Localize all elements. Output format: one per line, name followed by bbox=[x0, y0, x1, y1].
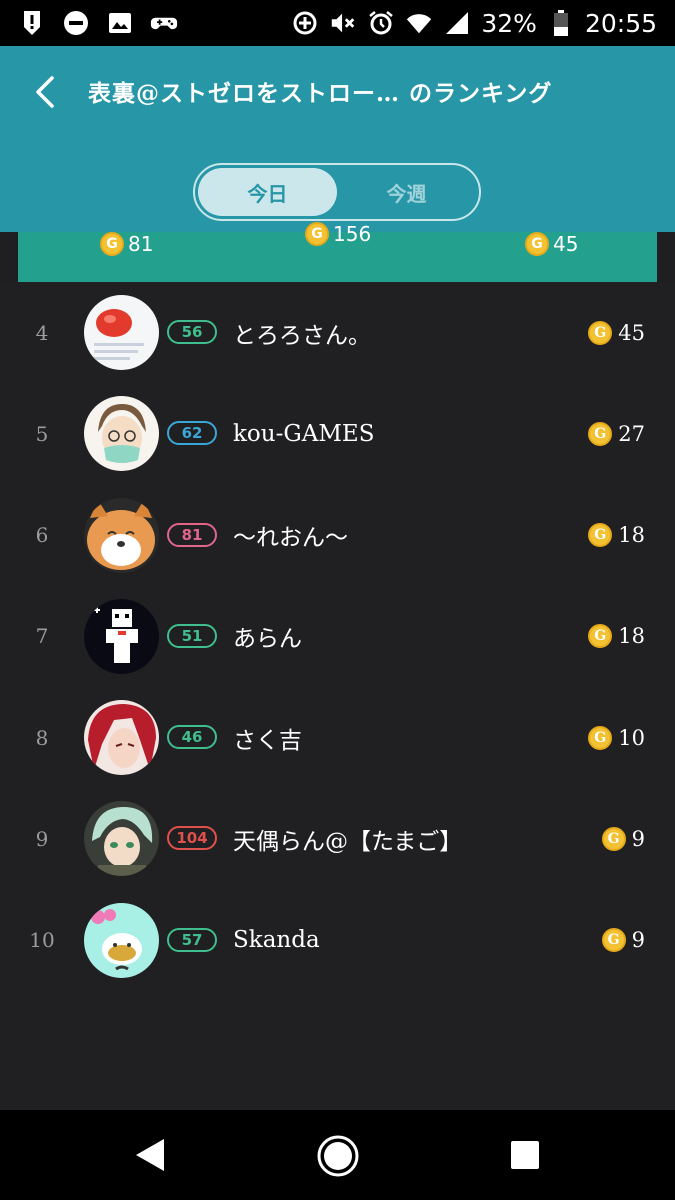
rank-number: 6 bbox=[35, 523, 49, 548]
avatar[interactable] bbox=[84, 700, 159, 776]
podium-score: 81 bbox=[128, 232, 154, 256]
coin-score: G 18 bbox=[588, 586, 645, 687]
score-value: 9 bbox=[631, 928, 645, 953]
podium-score: 45 bbox=[553, 232, 579, 256]
ranking-row[interactable]: 5 62 kou-GAMES G 27 bbox=[0, 383, 675, 484]
status-bar: 32% 20:55 bbox=[0, 0, 675, 46]
avatar[interactable] bbox=[84, 497, 159, 573]
coin-icon: G bbox=[305, 222, 329, 246]
coin-icon: G bbox=[588, 320, 613, 345]
ranking-row[interactable]: 7 51 あらん G 18 bbox=[0, 586, 675, 687]
ranking-list: 4 56 とろろさん。 G 45 5 62 kou-GAMES G 27 6 8… bbox=[0, 282, 675, 991]
coin-icon: G bbox=[525, 232, 549, 256]
coin-icon: G bbox=[601, 826, 626, 851]
system-nav-bar bbox=[0, 1110, 675, 1200]
podium-score: 156 bbox=[333, 222, 372, 246]
coin-score: G 9 bbox=[601, 788, 645, 889]
battery-percent: 32% bbox=[481, 8, 537, 38]
score-value: 9 bbox=[631, 826, 645, 851]
level-badge: 56 bbox=[167, 320, 217, 344]
user-name: とろろさん。 bbox=[233, 322, 371, 349]
circle-home-icon bbox=[317, 1135, 359, 1177]
user-name: あらん bbox=[233, 626, 302, 653]
nav-home-button[interactable] bbox=[316, 1134, 360, 1182]
user-name: さく吉 bbox=[233, 727, 302, 754]
coin-score: G 9 bbox=[601, 890, 645, 991]
back-button[interactable] bbox=[26, 72, 66, 112]
score-value: 10 bbox=[618, 725, 645, 750]
top3-podium: G 81 G 156 G 45 bbox=[0, 222, 675, 282]
level-badge: 51 bbox=[167, 623, 217, 648]
user-name: Skanda bbox=[233, 927, 320, 954]
coin-score: G 10 bbox=[588, 687, 645, 788]
avatar[interactable] bbox=[84, 598, 159, 674]
app-header: 表裏@ストゼロをストロー… のランキング 今日 今週 bbox=[0, 46, 675, 232]
rank-number: 4 bbox=[35, 320, 49, 345]
rank-number: 10 bbox=[29, 928, 55, 953]
image-icon bbox=[106, 9, 134, 37]
clock: 20:55 bbox=[584, 8, 657, 38]
tab-today[interactable]: 今日 bbox=[198, 168, 337, 216]
coin-icon: G bbox=[588, 523, 613, 548]
rank-number: 8 bbox=[35, 725, 49, 750]
rank-number: 9 bbox=[35, 826, 49, 851]
coin-icon: G bbox=[588, 624, 613, 649]
coin-score: G 45 bbox=[588, 282, 645, 383]
gamepad-icon bbox=[150, 9, 178, 37]
user-name: 〜れおん〜 bbox=[233, 525, 348, 552]
score-value: 18 bbox=[618, 624, 645, 649]
square-recents-icon bbox=[511, 1141, 539, 1169]
user-name: 天偶らん@【たまご】 bbox=[233, 828, 463, 855]
signal-icon bbox=[443, 9, 471, 37]
level-badge: 46 bbox=[167, 725, 217, 750]
ranking-row[interactable]: 6 81 〜れおん〜 G 18 bbox=[0, 485, 675, 586]
avatar[interactable] bbox=[84, 396, 159, 472]
coin-icon: G bbox=[588, 421, 613, 446]
mute-icon bbox=[329, 9, 357, 37]
level-badge: 57 bbox=[167, 927, 217, 952]
score-value: 45 bbox=[618, 320, 645, 345]
user-name: kou-GAMES bbox=[233, 420, 375, 447]
coin-score: G 27 bbox=[588, 383, 645, 484]
podium-second-score: G 81 bbox=[100, 232, 153, 256]
avatar[interactable] bbox=[84, 295, 159, 370]
battery-icon bbox=[547, 9, 575, 37]
podium-first-score: G 156 bbox=[305, 222, 371, 246]
do-not-disturb-icon bbox=[62, 9, 90, 37]
back-arrow-icon bbox=[36, 76, 54, 108]
period-tab-switch: 今日 今週 bbox=[193, 163, 481, 221]
score-value: 18 bbox=[618, 523, 645, 548]
level-badge: 62 bbox=[167, 421, 217, 446]
rank-number: 7 bbox=[35, 624, 49, 649]
ranking-row[interactable]: 9 104 天偶らん@【たまご】 G 9 bbox=[0, 788, 675, 889]
score-value: 27 bbox=[618, 421, 645, 446]
tab-this-week[interactable]: 今週 bbox=[337, 168, 476, 216]
avatar[interactable] bbox=[84, 902, 159, 978]
page-title: 表裏@ストゼロをストロー… のランキング bbox=[88, 80, 553, 107]
triangle-back-icon bbox=[136, 1139, 164, 1171]
ranking-row[interactable]: 10 57 Skanda G 9 bbox=[0, 890, 675, 991]
avatar[interactable] bbox=[84, 801, 159, 877]
coin-icon: G bbox=[588, 725, 613, 750]
alarm-icon bbox=[367, 9, 395, 37]
level-badge: 81 bbox=[167, 522, 217, 547]
level-badge: 104 bbox=[167, 826, 217, 851]
data-saver-icon bbox=[291, 9, 319, 37]
nav-back-button[interactable] bbox=[130, 1135, 170, 1179]
ranking-row[interactable]: 8 46 さく吉 G 10 bbox=[0, 687, 675, 788]
alert-icon bbox=[18, 9, 46, 37]
wifi-icon bbox=[405, 9, 433, 37]
coin-icon: G bbox=[100, 232, 124, 256]
podium-third-score: G 45 bbox=[525, 232, 578, 256]
ranking-row[interactable]: 4 56 とろろさん。 G 45 bbox=[0, 282, 675, 383]
coin-score: G 18 bbox=[588, 485, 645, 586]
coin-icon: G bbox=[601, 928, 626, 953]
rank-number: 5 bbox=[35, 421, 49, 446]
nav-recents-button[interactable] bbox=[508, 1138, 542, 1176]
